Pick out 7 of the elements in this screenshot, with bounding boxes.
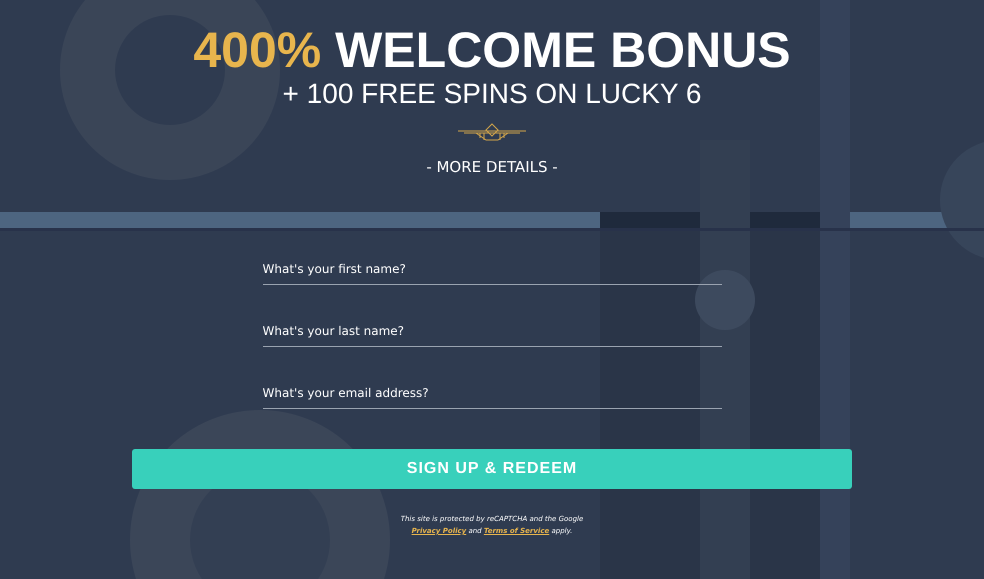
more-details-link[interactable]: - MORE DETAILS - — [426, 158, 558, 176]
input-field[interactable]: What's your last name? — [262, 318, 722, 347]
subheadline: + 100 FREE SPINS ON LUCKY 6 — [282, 78, 702, 110]
ornament-icon — [456, 122, 528, 142]
headline: 400% WELCOME BONUS — [193, 22, 791, 78]
input-field[interactable]: What's your first name? — [262, 256, 722, 285]
input-field[interactable]: What's your email address? — [262, 380, 722, 409]
